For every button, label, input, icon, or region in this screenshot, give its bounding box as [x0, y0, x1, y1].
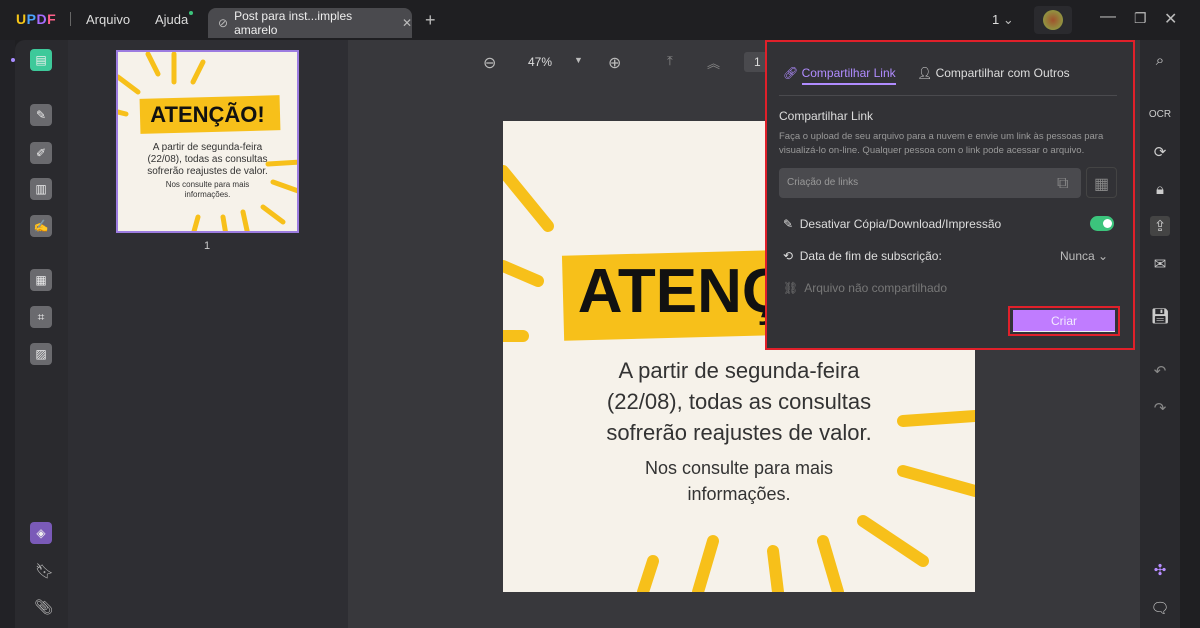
zoom-level[interactable]: 47% [528, 55, 552, 69]
attachment-icon[interactable]: 📎︎ [34, 598, 53, 616]
tab-share-with-others[interactable]: 👤︎ Compartilhar com Outros [917, 66, 1070, 80]
share-icon[interactable]: ⇪ [1150, 216, 1170, 236]
protect-icon[interactable]: 🔒︎ [1150, 179, 1170, 199]
right-strip [1180, 40, 1200, 628]
form-icon[interactable]: ▥ [30, 178, 52, 200]
email-icon[interactable]: ✉ [1150, 254, 1170, 274]
convert-icon[interactable]: ⟳ [1150, 142, 1170, 162]
expiry-dropdown[interactable]: Nunca ⌄ [1060, 249, 1108, 263]
footer-line: Nos consulte para mais [503, 455, 975, 481]
page-footer: Nos consulte para maisinformações. [503, 455, 975, 507]
description: Faça o upload de seu arquivo para a nuve… [779, 130, 1103, 158]
unlink-icon: ⛓︎ [783, 281, 798, 295]
menu-ajuda[interactable]: Ajuda [155, 12, 188, 27]
zoom-in-icon[interactable]: ⊕ [608, 53, 621, 73]
crop-icon[interactable]: ⌗ [30, 306, 52, 328]
link-icon: 🔗︎ [783, 66, 798, 80]
avatar-button[interactable] [1034, 6, 1072, 34]
comments-panel-icon[interactable]: 🗨︎ [1150, 598, 1170, 618]
divider [779, 95, 1117, 96]
body-line: sofrerão reajustes de valor. [503, 417, 975, 448]
user-share-icon: 👤︎ [917, 66, 932, 80]
search-icon[interactable]: ⌕ [1150, 50, 1170, 70]
body-line: A partir de segunda-feira [118, 142, 297, 154]
save-icon[interactable]: 💾︎ [1150, 306, 1170, 326]
thumbnail-headline: ATENÇÃO! [118, 102, 297, 128]
tab-title: Post para inst...imples amarelo [234, 9, 390, 37]
left-strip [0, 40, 15, 628]
minimize-icon[interactable]: — [1100, 8, 1116, 26]
page-switch-value: 1 [992, 12, 999, 27]
status-text: Arquivo não compartilhado [804, 281, 947, 295]
create-button[interactable]: Criar [1013, 310, 1115, 332]
body-line: (22/08), todas as consultas [503, 386, 975, 417]
tab-label: Compartilhar com Outros [936, 66, 1070, 80]
body-line: (22/08), todas as consultas [118, 154, 297, 166]
previous-page-icon[interactable]: ︽ [707, 53, 720, 72]
restore-icon[interactable]: ❐ [1134, 10, 1147, 27]
page-thumbnail[interactable]: ATENÇÃO! A partir de segunda-feira(22/08… [116, 50, 299, 233]
share-status: ⛓︎ Arquivo não compartilhado [783, 281, 947, 295]
cloud-off-icon: ⊘ [218, 16, 228, 30]
disable-copy-row: ✎ Desativar Cópia/Download/Impressão [783, 217, 1001, 231]
body-line: sofrerão reajustes de valor. [118, 166, 297, 178]
new-tab-icon[interactable]: + [425, 10, 436, 31]
divider [70, 12, 71, 26]
updf-logo: UPDF [16, 11, 56, 27]
history-icon: ⟲ [783, 249, 793, 263]
zoom-out-icon[interactable]: ⊖ [483, 53, 496, 73]
ocr-icon[interactable]: OCR [1150, 104, 1170, 124]
disable-copy-toggle[interactable] [1090, 216, 1114, 231]
expiry-value: Nunca [1060, 249, 1095, 263]
disable-label: Desativar Cópia/Download/Impressão [800, 217, 1001, 231]
create-button-highlight: Criar [1008, 306, 1120, 336]
expiry-row: ⟲ Data de fim de subscrição: [783, 249, 942, 263]
undo-icon[interactable]: ↶ [1150, 361, 1170, 381]
thumbnail-page-number: 1 [204, 240, 210, 252]
close-window-icon[interactable]: ✕ [1164, 9, 1177, 29]
thumbnail-body: A partir de segunda-feira(22/08), todas … [118, 142, 297, 178]
fill-sign-icon[interactable]: ✍ [30, 215, 52, 237]
page-switch[interactable]: 1 ⌄ [992, 12, 1014, 28]
right-toolbar [1140, 40, 1180, 628]
tab-share-link[interactable]: 🔗︎ Compartilhar Link [783, 66, 896, 80]
footer-line: informações. [503, 481, 975, 507]
body-line: A partir de segunda-feira [503, 355, 975, 386]
thumbnail-footer: Nos consulte para maisinformações. [118, 180, 297, 200]
comment-icon[interactable]: ✎ [30, 104, 52, 126]
description-line: visualizá-lo on-line. Qualquer pessoa co… [779, 144, 1103, 158]
thumbnail-panel: ATENÇÃO! A partir de segunda-feira(22/08… [68, 40, 348, 628]
first-page-icon[interactable]: ⤒ [667, 53, 673, 69]
chevron-down-icon: ⌄ [1098, 249, 1108, 263]
section-title: Compartilhar Link [779, 109, 873, 123]
copy-icon[interactable]: ⧉ [1057, 175, 1068, 193]
link-placeholder: Criação de links [787, 177, 858, 188]
menu-arquivo[interactable]: Arquivo [86, 12, 130, 27]
redo-icon[interactable]: ↷ [1150, 398, 1170, 418]
layers-icon[interactable]: ◈ [30, 522, 52, 544]
tab-label: Compartilhar Link [802, 66, 896, 85]
page-body: A partir de segunda-feira(22/08), todas … [503, 355, 975, 448]
description-line: Faça o upload de seu arquivo para a nuve… [779, 130, 1103, 144]
notification-dot [189, 11, 193, 15]
footer-line: Nos consulte para mais [118, 180, 297, 190]
close-tab-icon[interactable]: ✕ [402, 16, 412, 30]
document-tab[interactable]: ⊘ Post para inst...imples amarelo ✕ [208, 8, 412, 38]
bookmark-icon[interactable]: 🔖︎ [35, 562, 54, 580]
edit-pdf-icon[interactable]: ✐ [30, 142, 52, 164]
qr-code-icon[interactable]: ▦ [1086, 167, 1117, 198]
avatar [1043, 10, 1063, 30]
title-bar: UPDF Arquivo Ajuda ⊘ Post para inst...im… [0, 0, 1200, 40]
ai-assistant-icon[interactable]: ✣ [1150, 560, 1170, 580]
link-field[interactable]: Criação de links ⧉ [779, 168, 1081, 198]
footer-line: informações. [118, 190, 297, 200]
expiry-label: Data de fim de subscrição: [800, 249, 942, 263]
watermark-icon[interactable]: ▨ [30, 343, 52, 365]
no-edit-icon: ✎ [783, 217, 793, 231]
zoom-dropdown-icon[interactable]: ▼ [574, 55, 583, 65]
organize-pages-icon[interactable]: ▦ [30, 269, 52, 291]
chevron-down-icon: ⌄ [1003, 12, 1014, 28]
share-popup: 🔗︎ Compartilhar Link 👤︎ Compartilhar com… [765, 40, 1135, 350]
reader-mode-icon[interactable]: ▤ [30, 49, 52, 71]
